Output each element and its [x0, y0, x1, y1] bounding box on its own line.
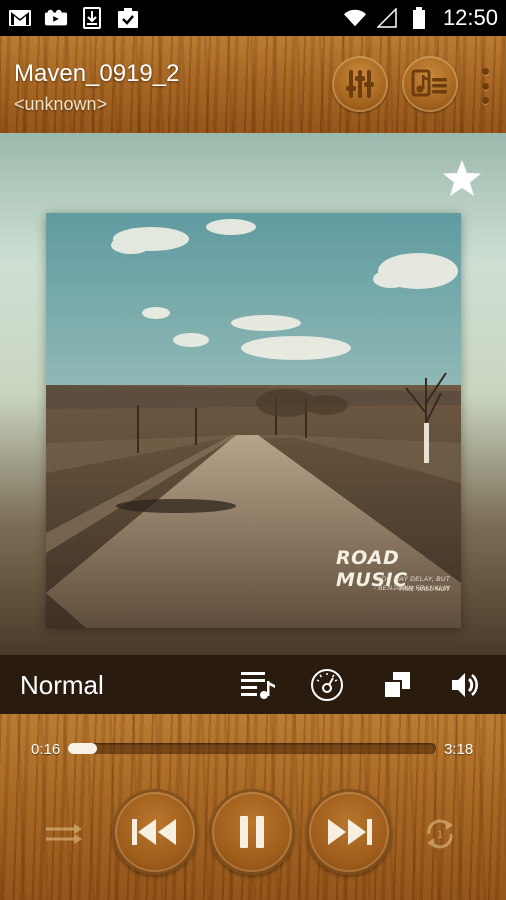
more-options-icon	[481, 68, 489, 75]
volume-button[interactable]	[447, 667, 483, 703]
next-icon	[328, 819, 372, 845]
music-list-icon	[411, 69, 447, 97]
status-bar: 12:50	[0, 0, 506, 36]
repeat-one-icon: 1	[427, 819, 453, 849]
next-button[interactable]	[306, 789, 392, 875]
track-artist: <unknown>	[14, 94, 108, 114]
download-icon	[80, 7, 104, 29]
favorite-button[interactable]	[441, 159, 483, 199]
track-title: Maven_0919_2	[14, 60, 180, 87]
wifi-icon	[343, 7, 367, 29]
gmail-icon	[8, 7, 32, 29]
cover-author: - BENJAMIN FRANKLIN	[373, 585, 450, 592]
mini-player-icon	[383, 672, 410, 699]
volume-icon	[452, 673, 478, 697]
previous-icon	[132, 819, 176, 845]
mini-player-button[interactable]	[379, 667, 415, 703]
svg-text:1: 1	[437, 829, 443, 841]
previous-button[interactable]	[112, 789, 198, 875]
playlist-button[interactable]	[240, 667, 276, 703]
more-options-button[interactable]	[476, 66, 494, 106]
video-icon	[44, 7, 68, 29]
pause-icon	[240, 816, 264, 848]
shuffle-icon	[46, 824, 82, 844]
equalizer-icon	[346, 70, 374, 98]
seek-bar[interactable]	[68, 743, 436, 754]
repeat-button[interactable]: 1	[420, 814, 460, 854]
total-time: 3:18	[444, 741, 474, 758]
now-playing-header: Maven_0919_2 <unknown>	[0, 36, 506, 133]
playback-options-bar: Normal	[0, 655, 506, 714]
clock-time: 12:50	[442, 5, 498, 30]
seek-progress	[68, 743, 98, 754]
shuffle-button[interactable]	[44, 814, 84, 854]
signal-icon	[375, 7, 399, 29]
album-art-area: ROAD MUSIC YOU MAY DELAY, BUT TIME WILL …	[0, 133, 506, 655]
equalizer-button[interactable]	[332, 56, 388, 112]
pause-button[interactable]	[209, 789, 295, 875]
sound-mode-label[interactable]: Normal	[20, 670, 104, 701]
music-list-button[interactable]	[402, 56, 458, 112]
sound-alive-button[interactable]	[309, 667, 345, 703]
album-cover: ROAD MUSIC YOU MAY DELAY, BUT TIME WILL …	[46, 213, 461, 628]
sound-alive-icon	[311, 669, 343, 701]
playlist-icon	[241, 672, 275, 699]
current-time: 0:16	[31, 741, 61, 758]
clipboard-check-icon	[116, 7, 140, 29]
star-icon	[443, 160, 481, 196]
player-controls: 0:16 3:18 1	[0, 714, 506, 900]
battery-icon	[407, 7, 431, 29]
